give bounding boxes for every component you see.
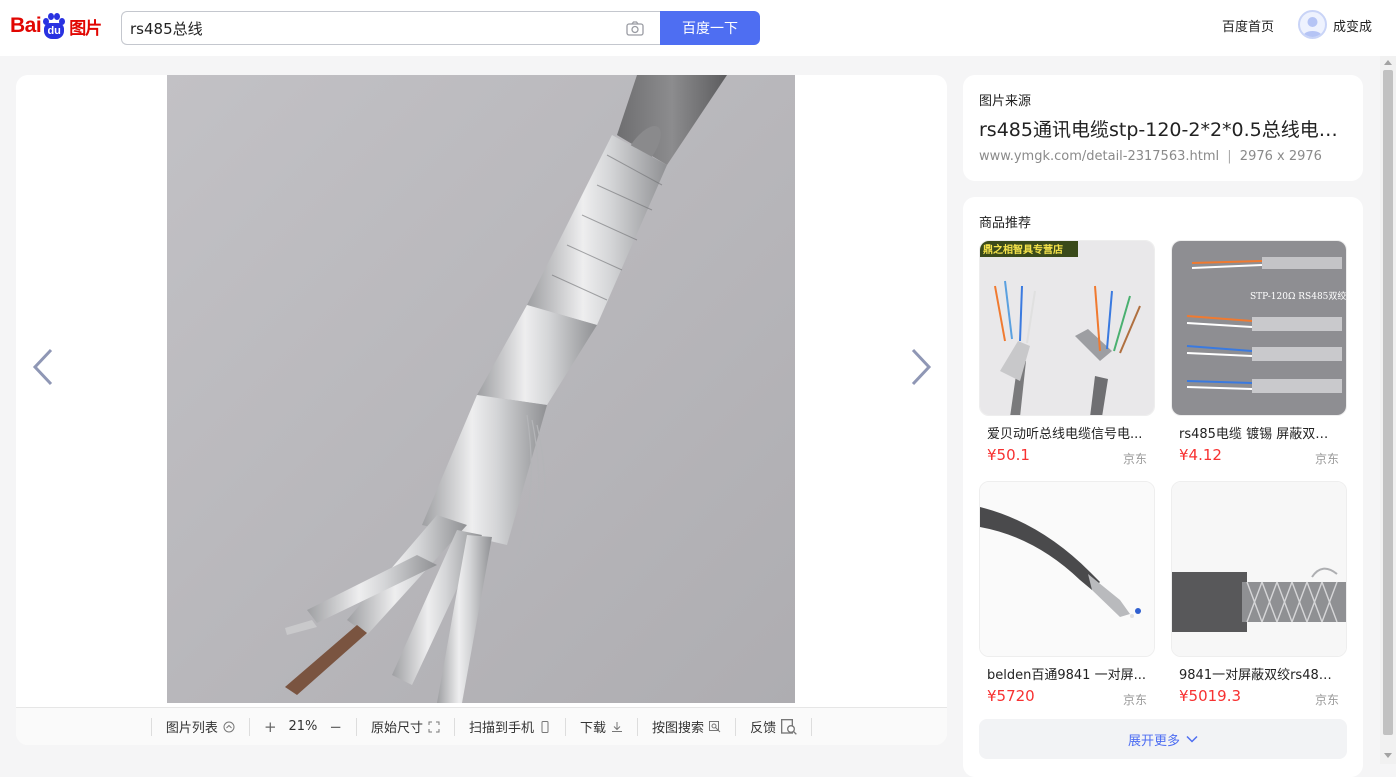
product-price: ¥50.1 <box>987 446 1030 464</box>
search-by-image-label: 按图搜索 <box>652 721 705 736</box>
product-image <box>1172 482 1346 656</box>
feedback-button[interactable]: 反馈 <box>735 717 813 736</box>
scan-to-phone-label: 扫描到手机 <box>469 721 535 736</box>
feedback-label: 反馈 <box>750 721 777 736</box>
product-image <box>980 482 1154 656</box>
product-shop: 京东 <box>1314 452 1339 466</box>
expand-more-label: 展开更多 <box>1127 733 1180 749</box>
thumb-product-caption: STP-120Ω RS485双绞屏蔽电缆 <box>1250 290 1347 302</box>
download-label: 下载 <box>580 721 607 736</box>
thumb-shop-caption: 鼎之相智具专营店 <box>983 243 1063 256</box>
cable-photo <box>167 75 795 703</box>
previous-image-arrow-icon[interactable] <box>31 347 55 387</box>
zoom-out-button[interactable]: − <box>329 718 342 736</box>
product-card[interactable]: belden百通9841 一对屏... ¥5720 京东 <box>979 481 1155 708</box>
product-shop: 京东 <box>1122 693 1147 707</box>
logo-text-bai: Bai <box>10 14 42 37</box>
original-size-button[interactable]: 原始尺寸 <box>356 717 454 736</box>
viewer-toolbar: 图片列表 + 21% − 原始尺寸 扫描到手机 下载 按图搜索 反馈 <box>16 707 947 745</box>
baidu-image-logo[interactable]: Bai du 图片 <box>10 8 102 44</box>
product-price: ¥4.12 <box>1179 446 1222 464</box>
product-image: STP-120Ω RS485双绞屏蔽电缆 <box>1172 241 1347 415</box>
phone-icon <box>541 720 549 733</box>
next-image-arrow-icon[interactable] <box>909 347 933 387</box>
product-name[interactable]: rs485电缆 镀锡 屏蔽双绞... <box>1179 423 1339 442</box>
product-thumbnail[interactable]: STP-120Ω RS485双绞屏蔽电缆 <box>1171 240 1347 416</box>
search-by-image-button[interactable]: 按图搜索 <box>637 717 735 736</box>
image-search-icon <box>709 720 721 732</box>
search-button[interactable]: 百度一下 <box>660 11 760 45</box>
image-list-button[interactable]: 图片列表 <box>150 717 249 736</box>
scroll-down-arrow-icon[interactable] <box>1384 753 1392 758</box>
product-recommendations: 商品推荐 鼎之相智具专营店 爱贝动听总线电缆信号电... ¥50.1 京东 ST… <box>963 197 1363 777</box>
search-input[interactable] <box>130 12 610 44</box>
product-name[interactable]: 9841一对屏蔽双绞rs485... <box>1179 664 1339 683</box>
download-button[interactable]: 下载 <box>565 717 637 736</box>
product-shop: 京东 <box>1314 693 1339 707</box>
expand-icon <box>428 721 440 732</box>
image-dimensions: 2976 x 2976 <box>1239 149 1322 164</box>
source-meta: www.ymgk.com/detail-2317563.html | 2976 … <box>979 149 1322 164</box>
zoom-control: + 21% − <box>248 717 356 736</box>
scroll-up-arrow-icon[interactable] <box>1384 60 1392 65</box>
zoom-in-button[interactable]: + <box>264 718 277 736</box>
baidu-home-link[interactable]: 百度首页 <box>1222 16 1274 35</box>
image-source-card: 图片来源 rs485通讯电缆stp-120-2*2*0.5总线电缆... www… <box>963 75 1363 181</box>
logo-text-du: du <box>44 23 65 39</box>
feedback-icon <box>781 718 797 735</box>
product-meta: ¥4.12 京东 <box>1179 446 1339 467</box>
product-meta: ¥50.1 京东 <box>987 446 1147 467</box>
image-list-label: 图片列表 <box>165 721 218 736</box>
main-image[interactable] <box>167 75 795 703</box>
product-price: ¥5720 <box>987 687 1035 705</box>
product-name[interactable]: belden百通9841 一对屏... <box>987 664 1147 683</box>
source-title[interactable]: rs485通讯电缆stp-120-2*2*0.5总线电缆... <box>979 115 1351 142</box>
avatar[interactable] <box>1298 10 1327 39</box>
zoom-level: 21% <box>288 719 318 734</box>
meta-separator: | <box>1227 149 1232 164</box>
product-price: ¥5019.3 <box>1179 687 1242 705</box>
download-icon <box>612 721 623 732</box>
product-thumbnail[interactable] <box>1171 481 1347 657</box>
product-thumbnail[interactable] <box>979 481 1155 657</box>
username[interactable]: 成变成 <box>1333 16 1372 35</box>
recommendations-label: 商品推荐 <box>979 216 1032 231</box>
scan-to-phone-button[interactable]: 扫描到手机 <box>454 717 565 736</box>
product-meta: ¥5720 京东 <box>987 687 1147 708</box>
source-label: 图片来源 <box>979 94 1032 109</box>
chevron-up-circle-icon <box>223 721 235 732</box>
paw-icon: du <box>42 13 66 39</box>
product-card[interactable]: 9841一对屏蔽双绞rs485... ¥5019.3 京东 <box>1171 481 1347 708</box>
page-scrollbar[interactable] <box>1380 56 1396 764</box>
product-card[interactable]: 鼎之相智具专营店 爱贝动听总线电缆信号电... ¥50.1 京东 <box>979 240 1155 467</box>
original-size-label: 原始尺寸 <box>371 721 424 736</box>
chevron-down-icon <box>1186 735 1198 743</box>
source-url[interactable]: www.ymgk.com/detail-2317563.html <box>979 149 1219 164</box>
search-box <box>121 11 661 45</box>
camera-icon[interactable] <box>626 21 644 36</box>
product-image: 鼎之相智具专营店 <box>980 241 1154 415</box>
user-icon <box>1303 17 1322 37</box>
product-shop: 京东 <box>1122 452 1147 466</box>
product-thumbnail[interactable]: 鼎之相智具专营店 <box>979 240 1155 416</box>
image-viewer: 图片列表 + 21% − 原始尺寸 扫描到手机 下载 按图搜索 反馈 <box>16 75 947 745</box>
top-header: Bai du 图片 百度一下 百度首页 成变成 <box>0 0 1396 56</box>
product-meta: ¥5019.3 京东 <box>1179 687 1339 708</box>
product-name[interactable]: 爱贝动听总线电缆信号电... <box>987 423 1147 442</box>
logo-text-pic: 图片 <box>69 18 102 39</box>
product-card[interactable]: STP-120Ω RS485双绞屏蔽电缆 rs485电缆 镀锡 屏蔽 <box>1171 240 1347 467</box>
expand-more-button[interactable]: 展开更多 <box>979 719 1347 759</box>
scrollbar-thumb[interactable] <box>1383 70 1393 735</box>
